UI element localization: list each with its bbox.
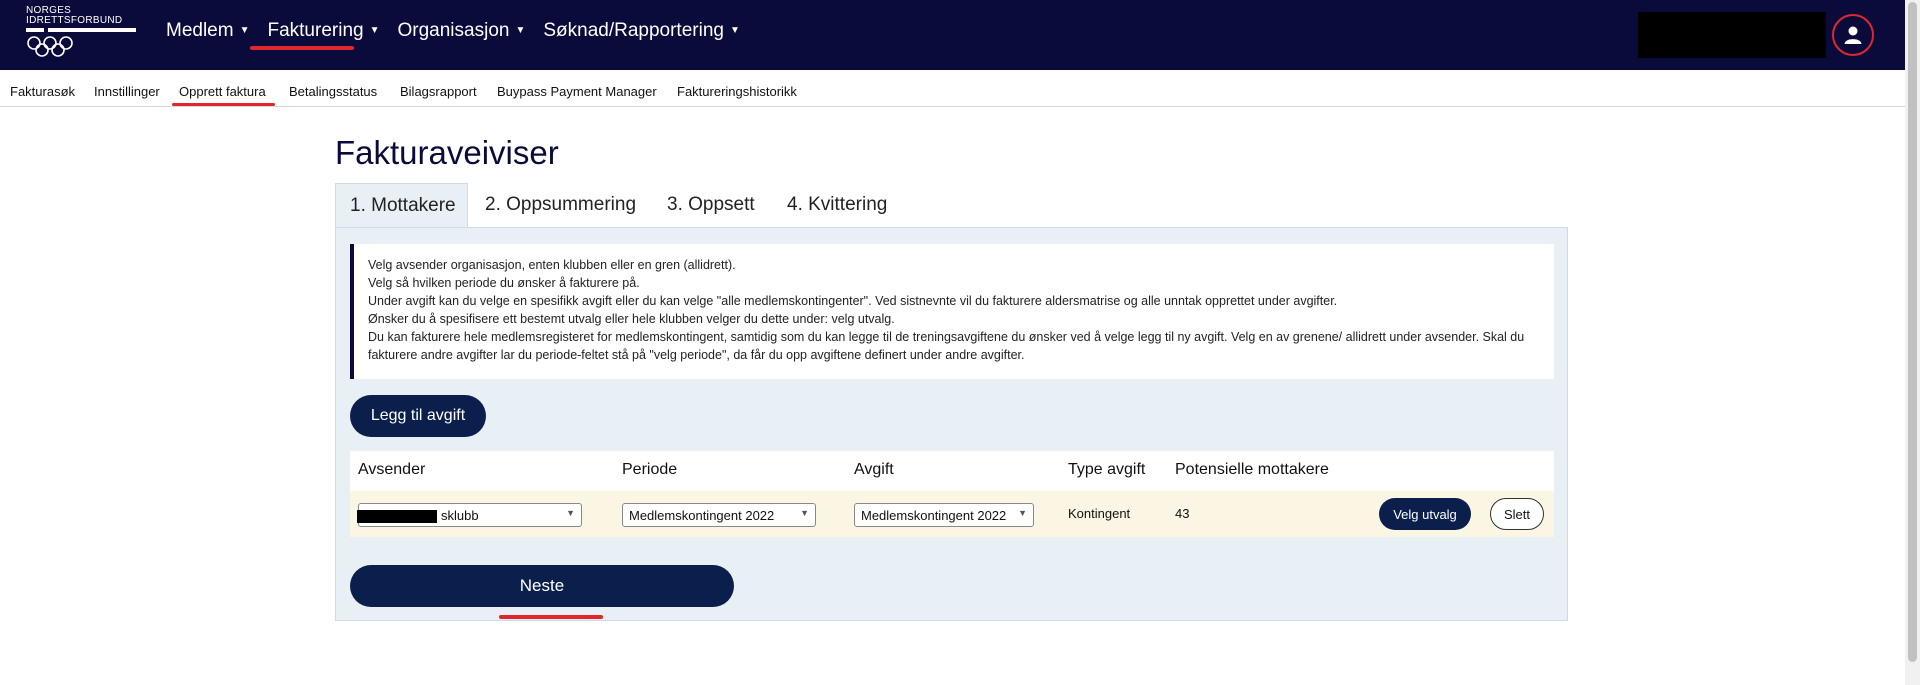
sender-redacted <box>357 510 437 523</box>
instructions-box: Velg avsender organisasjon, enten klubbe… <box>350 244 1554 379</box>
instruction-line: Under avgift kan du velge en spesifikk a… <box>368 294 1338 308</box>
menu-organisasjon[interactable]: Organisasjon ▼ <box>398 18 532 42</box>
top-navbar: NORGES IDRETTSFORBUND Medlem ▼ Fakturerin… <box>0 0 1905 70</box>
chevron-down-icon: ▼ <box>369 25 380 36</box>
next-button[interactable]: Neste <box>350 565 734 607</box>
tab-oppsummering[interactable]: 2. Oppsummering <box>485 183 636 228</box>
wizard-panel: Velg avsender organisasjon, enten klubbe… <box>335 227 1568 621</box>
subnav-faktureringshistorikk[interactable]: Faktureringshistorikk <box>677 84 797 99</box>
main-menu: Medlem ▼ Fakturering ▼ Organisasjon ▼ Søkna… <box>166 18 758 42</box>
chevron-down-icon: ▼ <box>566 508 575 518</box>
subnav-buypass[interactable]: Buypass Payment Manager <box>497 84 657 99</box>
subnav-fakturasok[interactable]: Fakturasøk <box>10 84 75 99</box>
fee-value: Medlemskontingent 2022 <box>861 508 1007 523</box>
subnav-betalingsstatus[interactable]: Betalingsstatus <box>289 84 377 99</box>
sender-value: sklubb <box>441 508 479 523</box>
table-row: sklubb ▼ Medlemskontingent 2022 ▼ Medlem… <box>350 491 1554 537</box>
page-title: Fakturaveiviser <box>335 134 559 171</box>
menu-fakturering-label: Fakturering <box>267 20 364 41</box>
select-selection-button[interactable]: Velg utvalg <box>1379 498 1471 530</box>
header-avgift: Avgift <box>854 461 894 478</box>
header-periode: Periode <box>622 461 678 478</box>
header-type-avgift: Type avgift <box>1068 461 1146 478</box>
header-avsender: Avsender <box>358 461 426 478</box>
menu-soknad-label: Søknad/Rapportering <box>543 20 724 41</box>
sender-select[interactable]: sklubb ▼ <box>357 503 582 527</box>
olympic-rings-icon <box>27 36 73 57</box>
menu-medlem[interactable]: Medlem ▼ <box>166 18 255 42</box>
period-select[interactable]: Medlemskontingent 2022 ▼ <box>622 503 816 527</box>
chevron-down-icon: ▼ <box>729 25 740 36</box>
delete-row-button[interactable]: Slett <box>1490 498 1544 530</box>
instruction-line: Velg så hvilken periode du ønsker å fakt… <box>368 276 640 290</box>
nif-logo[interactable]: NORGES IDRETTSFORBUND <box>26 6 136 62</box>
period-value: Medlemskontingent 2022 <box>629 508 775 523</box>
recipients-count: 43 <box>1175 506 1190 521</box>
instruction-line: Velg avsender organisasjon, enten klubbe… <box>368 258 736 272</box>
active-menu-underline <box>250 46 354 50</box>
subnav-innstillinger[interactable]: Innstillinger <box>94 84 160 99</box>
subnav-bilagsrapport[interactable]: Bilagsrapport <box>400 84 477 99</box>
menu-fakturering[interactable]: Fakturering ▼ <box>267 18 385 42</box>
page-scrollbar[interactable] <box>1905 0 1920 685</box>
chevron-down-icon: ▼ <box>239 25 250 36</box>
chevron-down-icon: ▼ <box>800 508 809 518</box>
menu-soknad-rapportering[interactable]: Søknad/Rapportering ▼ <box>543 18 746 42</box>
recipients-table: Avsender Periode Avgift Type avgift Pote… <box>350 451 1554 537</box>
table-header: Avsender Periode Avgift Type avgift Pote… <box>350 451 1554 491</box>
fee-type-value: Kontingent <box>1068 506 1131 521</box>
chevron-down-icon: ▼ <box>1018 508 1027 518</box>
menu-organisasjon-label: Organisasjon <box>397 20 510 41</box>
tab-kvittering[interactable]: 4. Kvittering <box>787 183 887 228</box>
add-fee-button[interactable]: Legg til avgift <box>350 395 486 437</box>
user-icon <box>1844 26 1862 44</box>
chevron-down-icon: ▼ <box>515 25 526 36</box>
page: NORGES IDRETTSFORBUND Medlem ▼ Fakturerin… <box>0 0 1920 685</box>
instruction-line: Ønsker du å spesifisere ett bestemt utva… <box>368 312 895 326</box>
logo-flag-icon <box>26 28 136 33</box>
menu-medlem-label: Medlem <box>166 20 234 41</box>
tab-mottakere[interactable]: 1. Mottakere <box>335 183 468 228</box>
user-info-redacted <box>1638 12 1826 58</box>
user-avatar-button[interactable] <box>1832 14 1874 56</box>
header-potensielle-mottakere: Potensielle mottakere <box>1175 461 1329 478</box>
logo-line2: IDRETTSFORBUND <box>26 15 123 26</box>
next-button-underline <box>499 615 603 619</box>
fee-select[interactable]: Medlemskontingent 2022 ▼ <box>854 503 1034 527</box>
subnav-opprett-faktura[interactable]: Opprett faktura <box>179 84 266 99</box>
sub-navbar: Fakturasøk Innstillinger Opprett faktura… <box>0 70 1905 107</box>
scrollbar-thumb[interactable] <box>1908 2 1917 662</box>
instruction-line: Du kan fakturere hele medlemsregisteret … <box>368 330 1525 362</box>
tab-oppsett[interactable]: 3. Oppsett <box>667 183 755 228</box>
active-subnav-underline <box>172 103 275 106</box>
